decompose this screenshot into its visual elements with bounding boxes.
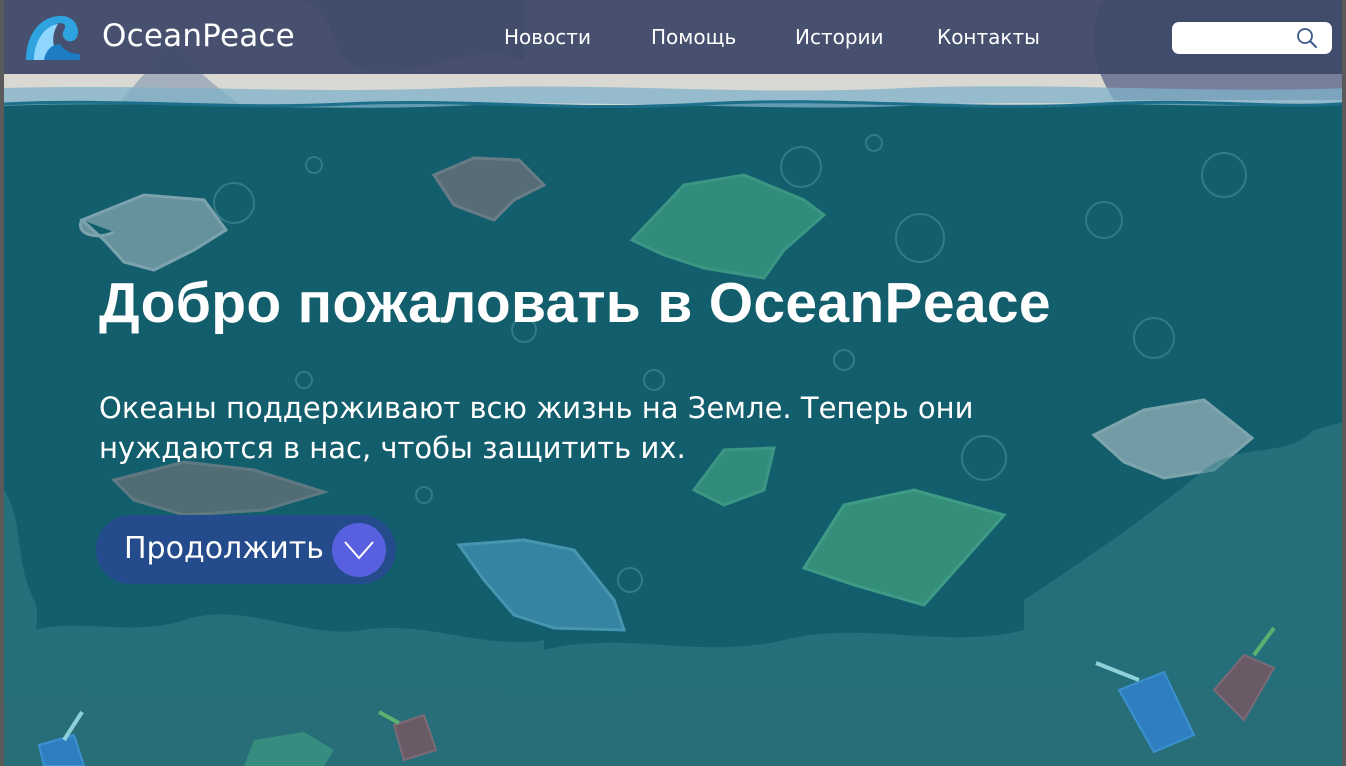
chevron-down-icon [344,541,374,560]
nav-item-news[interactable]: Новости [504,25,591,49]
search-input[interactable] [1180,26,1292,50]
search-icon[interactable] [1296,27,1318,49]
continue-button-label: Продолжить [124,531,324,566]
wave-logo-icon[interactable] [24,12,82,62]
page: OceanPeace Новости Помощь Истории Контак… [0,0,1346,766]
site-header: OceanPeace Новости Помощь Истории Контак… [4,0,1342,74]
hero-title: Добро пожаловать в OceanPeace [99,271,1051,335]
nav-item-stories[interactable]: Истории [795,25,884,49]
chevron-circle [332,523,386,577]
hero-subtitle: Океаны поддерживают всю жизнь на Земле. … [99,391,974,465]
nav-item-help[interactable]: Помощь [651,25,736,49]
nav-item-contacts[interactable]: Контакты [937,25,1040,49]
continue-button[interactable]: Продолжить [96,515,396,584]
brand-name[interactable]: OceanPeace [102,18,295,54]
ocean-background [4,0,1342,766]
